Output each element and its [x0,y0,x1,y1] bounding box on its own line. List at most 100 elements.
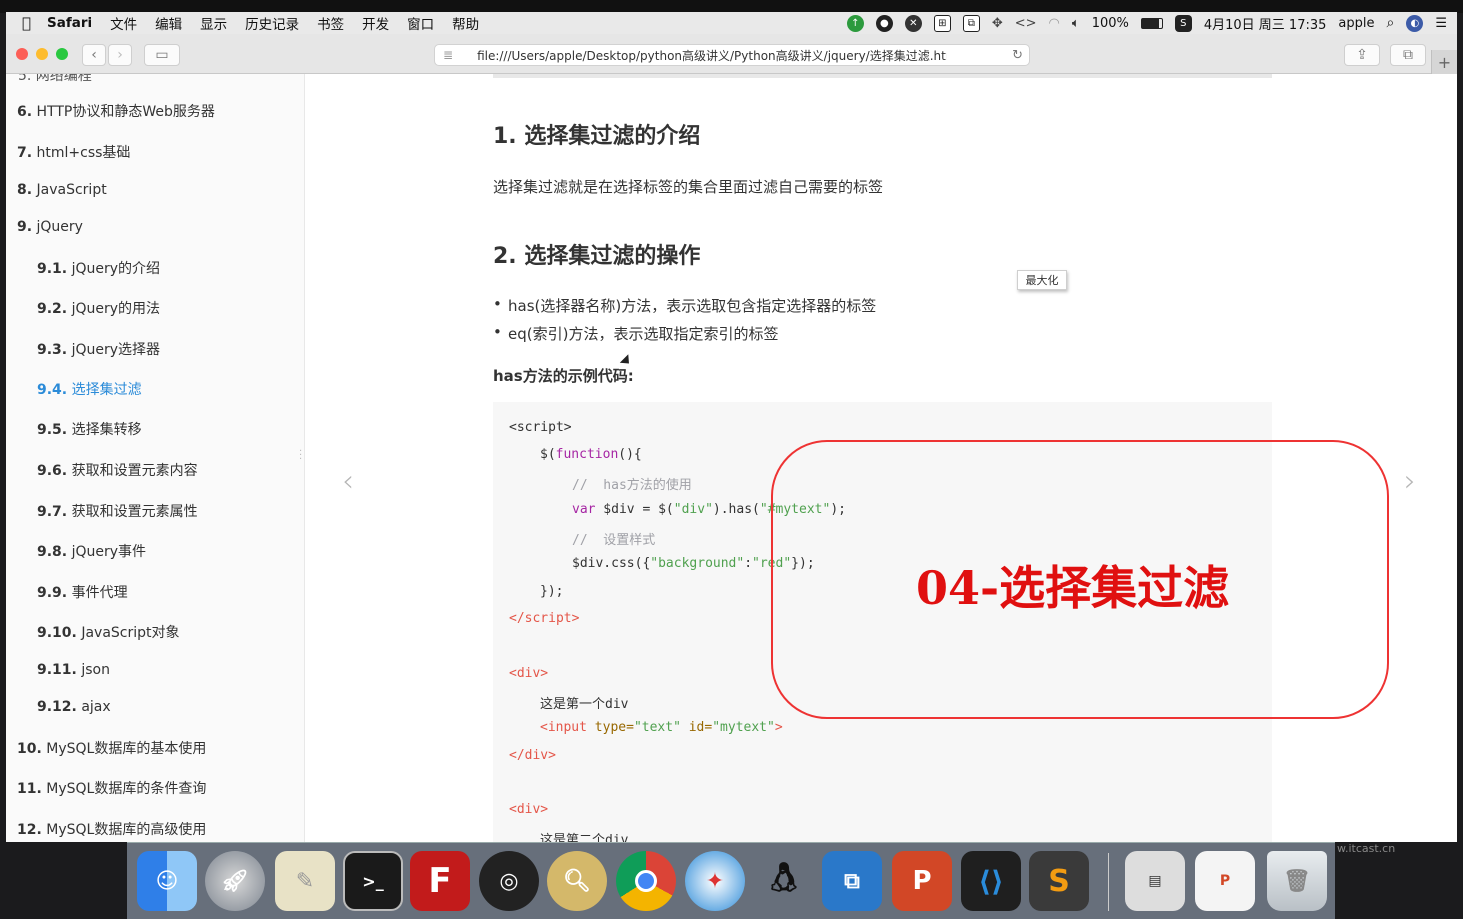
menu-app-name[interactable]: Safari [47,15,92,31]
vscode-icon[interactable]: ⟨⟩ [961,851,1021,911]
apple-logo-icon[interactable]:  [22,14,31,32]
textedit-icon[interactable]: ✎ [275,851,335,911]
safari-icon[interactable]: ✦ [685,851,745,911]
menu-file[interactable]: 文件 [110,13,137,33]
section-heading-2: 2. 选择集过滤的操作 [493,244,701,269]
toc-num: 8. [17,182,33,198]
url-text[interactable]: file:///Users/apple/Desktop/python高级讲义/P… [477,47,947,64]
toc-item-6[interactable]: 6. HTTP协议和静态Web服务器 [17,101,215,121]
toc-item-9-5[interactable]: 9.5. 选择集转移 [37,419,142,439]
toc-label: jQuery [36,219,83,235]
toc-item-9-10[interactable]: 9.10. JavaScript对象 [37,622,180,642]
sidebar-toggle-button[interactable]: ▭ [144,44,180,66]
chrome-icon[interactable] [616,851,676,911]
qq-icon[interactable]: 🐧︎ [754,851,814,911]
toc-item-9-8[interactable]: 9.8. jQuery事件 [37,541,146,561]
new-tab-button[interactable]: + [1431,50,1457,74]
wifi-icon[interactable]: ◠ [1049,16,1060,31]
reader-icon[interactable]: ≣ [443,48,453,62]
filezilla-icon[interactable]: F [410,851,470,911]
toc-item-9-2[interactable]: 9.2. jQuery的用法 [37,298,160,318]
toc-item-10[interactable]: 10. MySQL数据库的基本使用 [17,738,206,758]
toc-item-9-11[interactable]: 9.11. json [37,662,110,678]
spotlight-search-icon[interactable]: ⌕ [1387,15,1395,31]
battery-icon[interactable] [1140,17,1163,29]
toc-item-9-3[interactable]: 9.3. jQuery选择器 [37,339,160,359]
toc-num: 9. [17,219,33,235]
reload-icon[interactable]: ↻ [1012,48,1023,63]
tooltip: 最大化 [1017,270,1067,290]
intro-paragraph: 选择集过滤就是在选择标签的集合里面过滤自己需要的标签 [493,178,884,196]
xmind-status-icon[interactable]: ✕ [904,14,922,32]
toc-label: jQuery的用法 [71,301,161,317]
back-button[interactable]: ‹ [82,44,106,66]
powerpoint-icon[interactable]: P [892,851,952,911]
volume-icon[interactable]: 🔈︎ [1072,16,1080,31]
terminal-icon[interactable]: >_ [343,851,403,911]
finder-icon[interactable]: ☺ [137,851,197,911]
code-status-icon[interactable]: <> [1015,16,1037,31]
toc-label: html+css基础 [36,145,131,161]
minimized-ppt-thumbnail[interactable]: P [1195,851,1255,911]
obs-status-icon[interactable]: ● [875,14,893,32]
address-bar[interactable]: ≣ file:///Users/apple/Desktop/python高级讲义… [434,44,1030,66]
menu-history[interactable]: 历史记录 [245,13,299,33]
notification-center-icon[interactable]: ☰ [1435,16,1447,31]
toc-item-9-6[interactable]: 9.6. 获取和设置元素内容 [37,460,198,480]
toc-item-11[interactable]: 11. MySQL数据库的条件查询 [17,778,206,798]
toc-label: jQuery的介绍 [71,261,161,277]
prev-page-arrow-icon[interactable]: ‹ [342,464,354,499]
menu-help[interactable]: 帮助 [452,13,479,33]
siri-icon[interactable]: ◐ [1406,14,1424,32]
code-line: // has方法的使用 [572,478,692,493]
toc-item-cut[interactable]: 5. 网络编程 [18,74,92,85]
minimized-window-thumbnail[interactable]: ▤ [1125,851,1185,911]
toc-item-9-12[interactable]: 9.12. ajax [37,699,111,715]
user-name[interactable]: apple [1338,16,1374,31]
toc-item-9-4-active[interactable]: 9.4. 选择集过滤 [37,379,142,399]
forward-button[interactable]: › [108,44,132,66]
s-status-icon[interactable]: S [1174,14,1192,32]
toc-sidebar: 5. 网络编程 6. HTTP协议和静态Web服务器 7. html+css基础… [6,74,305,842]
toc-item-9-1[interactable]: 9.1. jQuery的介绍 [37,258,160,278]
toc-item-9-7[interactable]: 9.7. 获取和设置元素属性 [37,501,198,521]
trash-icon[interactable]: 🗑︎ [1267,851,1327,911]
window-status-icon[interactable]: ⧉ [962,14,980,32]
datetime[interactable]: 4月10日 周三 17:35 [1204,14,1327,33]
code-line: }); [540,584,564,599]
toc-item-12[interactable]: 12. MySQL数据库的高级使用 [17,819,206,839]
code-line: 这是第二个div [540,833,629,842]
menu-window[interactable]: 窗口 [407,13,434,33]
sidebar-resize-handle[interactable]: · · · [299,447,302,465]
close-window-button[interactable] [16,48,28,60]
next-page-arrow-icon[interactable]: › [1404,464,1416,499]
zoom-window-button[interactable] [56,48,68,60]
grid-status-icon[interactable]: ⊞ [933,14,951,32]
toc-label: JavaScript对象 [81,625,180,641]
minimize-window-button[interactable] [36,48,48,60]
launchpad-icon[interactable]: 🚀︎ [205,851,265,911]
section-heading-1: 1. 选择集过滤的介绍 [493,124,701,149]
menu-develop[interactable]: 开发 [362,13,389,33]
tabs-overview-button[interactable]: ⧉ [1390,44,1426,66]
preview-icon[interactable]: 🔍︎ [547,851,607,911]
obs-icon[interactable]: ◎ [479,851,539,911]
toc-item-9-9[interactable]: 9.9. 事件代理 [37,582,128,602]
share-button[interactable]: ⇪ [1344,44,1380,66]
sublime-text-icon[interactable]: S [1029,851,1089,911]
battery-percent[interactable]: 100% [1092,16,1129,31]
toc-num: 12. [17,822,42,838]
move-status-icon[interactable]: ✥ [992,16,1003,31]
toc-label: 获取和设置元素属性 [71,504,198,520]
upload-status-icon[interactable]: ↑ [846,14,864,32]
menu-edit[interactable]: 编辑 [155,13,182,33]
toc-item-9[interactable]: 9. jQuery [17,219,83,235]
remote-desktop-icon[interactable]: ⧉ [822,851,882,911]
toc-item-7[interactable]: 7. html+css基础 [17,142,130,162]
menu-bookmarks[interactable]: 书签 [317,13,344,33]
toc-num: 9.4. [37,382,68,398]
toc-label: jQuery选择器 [71,342,161,358]
toc-label: 选择集过滤 [71,382,142,398]
menu-view[interactable]: 显示 [200,13,227,33]
toc-item-8[interactable]: 8. JavaScript [17,182,107,198]
